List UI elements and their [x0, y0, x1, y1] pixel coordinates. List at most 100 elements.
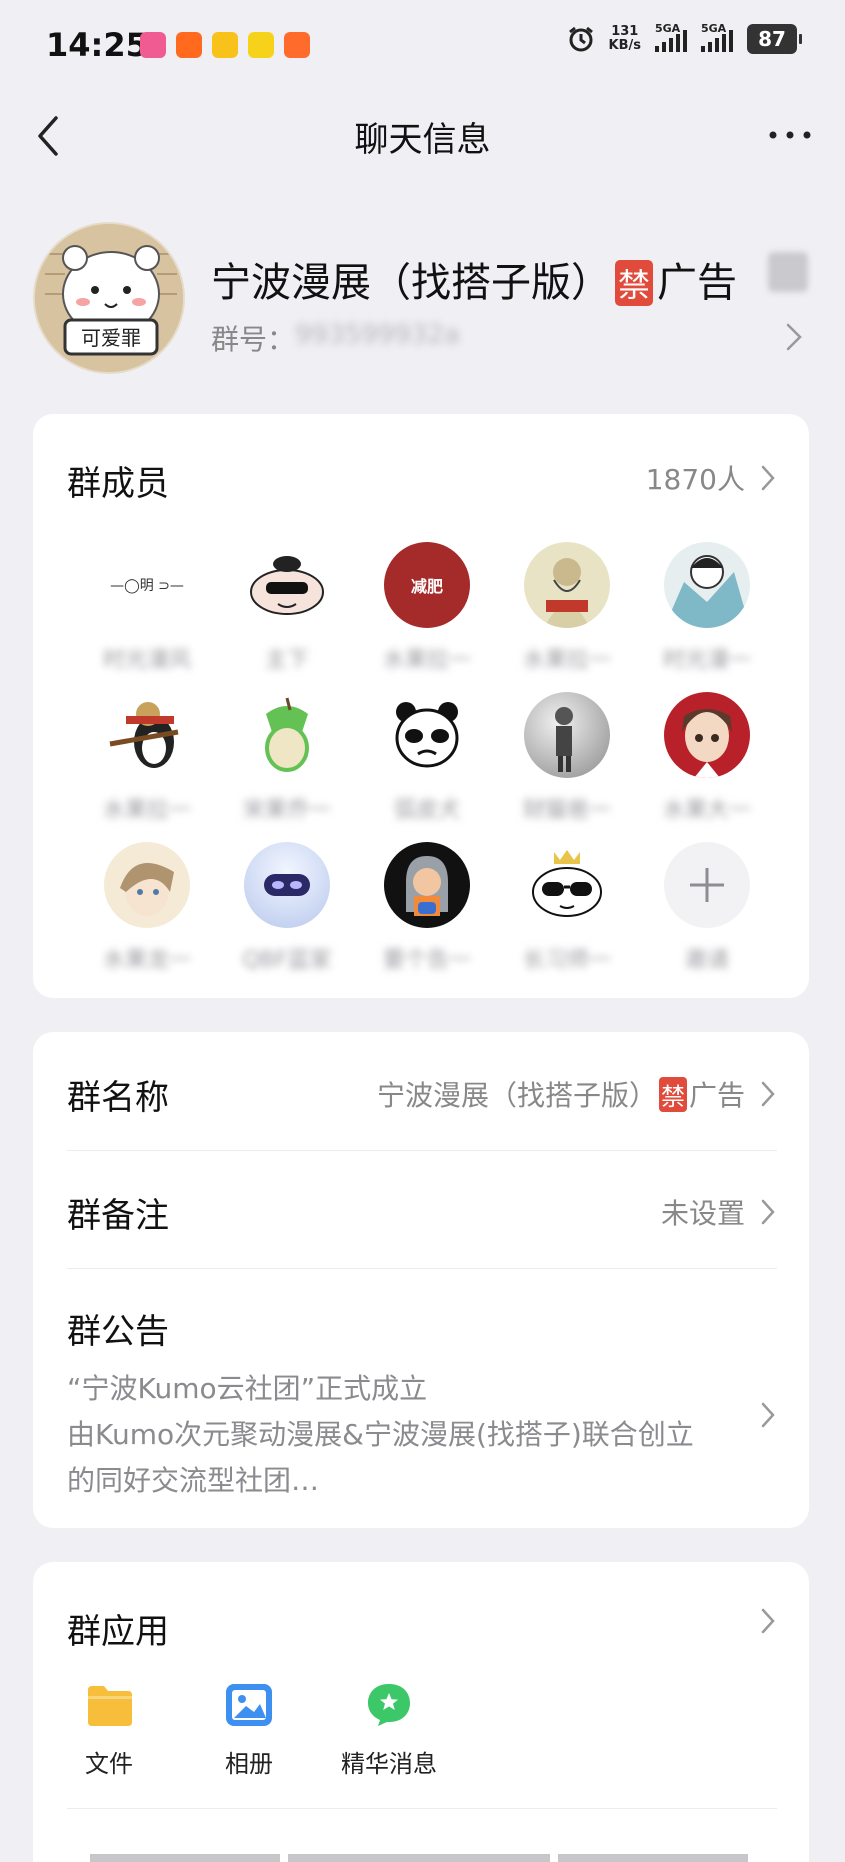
app-files[interactable]: 文件 — [49, 1682, 169, 1779]
svg-text:可爱罪: 可爱罪 — [81, 326, 141, 350]
divider — [67, 1150, 777, 1151]
member-avatar — [104, 842, 190, 928]
group-remark-row[interactable]: 群备注 未设置 — [67, 1188, 777, 1237]
member-name: 水果大一 — [662, 798, 751, 820]
member-item[interactable]: —◯明 ⊃— 时光漫风 — [77, 542, 217, 670]
bottom-scroll-indicator — [90, 1854, 750, 1862]
member-name: 水果龙一 — [102, 948, 191, 970]
network-speed: 131 KB/s — [608, 24, 641, 53]
member-item[interactable]: 水果大一 — [637, 692, 777, 820]
member-name: 财猫爸一 — [522, 798, 611, 820]
chevron-right-icon[interactable] — [759, 1400, 777, 1430]
member-avatar — [384, 692, 470, 778]
member-item[interactable]: 水果拉一 — [77, 692, 217, 820]
group-name-value: 宁波漫展（找搭子版）禁广告 — [377, 1074, 777, 1114]
members-card: 群成员 1870人 —◯明 ⊃— 时光漫风 主下 减肥 水果拉一 水果拉一 时光… — [33, 414, 809, 998]
app-notification-icon — [212, 32, 238, 58]
app-album[interactable]: 相册 — [189, 1682, 309, 1779]
chevron-right-icon — [761, 465, 775, 491]
group-name-row[interactable]: 群名称 宁波漫展（找搭子版）禁广告 — [67, 1070, 777, 1119]
status-app-icons — [140, 32, 310, 58]
folder-icon — [88, 1686, 132, 1726]
app-featured-messages[interactable]: 精华消息 — [329, 1682, 449, 1779]
status-bar: 14:25 131 KB/s 5GA 5GA 87 — [0, 0, 845, 92]
member-name: 水果拉一 — [522, 648, 611, 670]
member-item[interactable]: 财猫爸一 — [497, 692, 637, 820]
group-header[interactable]: 可爱罪 宁波漫展（找搭子版）禁广告 群号： 993599932a — [33, 222, 813, 380]
member-name: 邀请 — [684, 948, 729, 970]
member-avatar — [664, 542, 750, 628]
svg-text:减肥: 减肥 — [411, 577, 443, 596]
member-item[interactable]: 长习师一 — [497, 842, 637, 970]
invite-member-button[interactable]: 邀请 — [637, 842, 777, 970]
member-item[interactable]: 宋果乔一 — [217, 692, 357, 820]
group-avatar[interactable]: 可爱罪 — [33, 222, 185, 374]
app-notification-icon — [140, 32, 166, 58]
member-avatar — [524, 842, 610, 928]
member-avatar — [244, 842, 330, 928]
bear-mugshot-icon: 可爱罪 — [35, 224, 183, 372]
member-item[interactable]: QBF蓝家 — [217, 842, 357, 970]
ban-badge: 禁 — [615, 260, 654, 306]
app-label: 精华消息 — [341, 1750, 437, 1778]
member-avatar: 减肥 — [384, 542, 470, 628]
member-avatar — [244, 692, 330, 778]
group-apps-label[interactable]: 群应用 — [67, 1604, 169, 1653]
status-indicators: 131 KB/s 5GA 5GA 87 — [567, 22, 802, 54]
member-avatar — [524, 542, 610, 628]
title-bar: 聊天信息 — [0, 92, 845, 176]
member-name: 时光漫一 — [662, 648, 751, 670]
member-name: 长习师一 — [522, 948, 611, 970]
member-name: 要个告一 — [382, 948, 471, 970]
member-name: 时光漫风 — [102, 648, 191, 670]
group-apps-card: 群应用 文件 相册 精华消息 — [33, 1562, 809, 1862]
ban-badge: 禁 — [658, 1077, 687, 1112]
group-id-value: 993599932a — [295, 320, 460, 350]
app-label: 文件 — [85, 1750, 133, 1778]
group-notice-row[interactable]: 群公告 — [67, 1304, 777, 1353]
add-member-icon — [664, 842, 750, 928]
divider — [67, 1268, 777, 1269]
signal-icon: 5GA — [655, 22, 687, 52]
group-notice-label: 群公告 — [67, 1312, 169, 1352]
blurred-badge — [768, 252, 808, 292]
battery-icon: 87 — [747, 24, 802, 54]
page-title: 聊天信息 — [354, 120, 491, 160]
alarm-icon — [568, 26, 593, 52]
member-avatar — [524, 692, 610, 778]
member-item[interactable]: 要个告一 — [357, 842, 497, 970]
member-item[interactable]: 时光漫一 — [637, 542, 777, 670]
member-avatar — [384, 842, 470, 928]
chevron-right-icon[interactable] — [783, 320, 805, 354]
group-remark-value: 未设置 — [661, 1192, 777, 1232]
member-name: 主下 — [264, 648, 309, 670]
member-name: 宋果乔一 — [242, 798, 331, 820]
chevron-right-icon[interactable] — [759, 1606, 777, 1636]
member-name: 弧皮犬 — [393, 798, 460, 820]
member-item[interactable]: 水果拉一 — [497, 542, 637, 670]
chevron-right-icon — [761, 1199, 775, 1225]
member-item[interactable]: 主下 — [217, 542, 357, 670]
group-name: 宁波漫展（找搭子版）禁广告 — [211, 260, 738, 306]
app-notification-icon — [284, 32, 310, 58]
group-id-label: 群号： — [211, 323, 296, 356]
signal-icon: 5GA — [701, 22, 733, 52]
members-count[interactable]: 1870人 — [646, 458, 777, 498]
member-item[interactable]: 减肥 水果拉一 — [357, 542, 497, 670]
group-notice-text[interactable]: “宁波Kumo云社团”正式成立 由Kumo次元聚动漫展&宁波漫展(找搭子)联合创… — [67, 1366, 747, 1504]
member-name: QBF蓝家 — [242, 948, 332, 970]
featured-message-icon — [368, 1684, 410, 1726]
svg-text:—◯明 ⊃—: —◯明 ⊃— — [110, 578, 184, 594]
app-notification-icon — [176, 32, 202, 58]
member-avatar — [664, 692, 750, 778]
album-icon — [226, 1684, 272, 1726]
member-avatar — [244, 542, 330, 628]
status-time: 14:25 — [46, 26, 148, 64]
chevron-right-icon — [761, 1081, 775, 1107]
more-options-icon[interactable] — [765, 120, 815, 150]
members-label: 群成员 — [67, 464, 169, 504]
member-name: 水果拉一 — [382, 648, 471, 670]
member-avatar — [104, 692, 190, 778]
member-item[interactable]: 弧皮犬 — [357, 692, 497, 820]
member-item[interactable]: 水果龙一 — [77, 842, 217, 970]
